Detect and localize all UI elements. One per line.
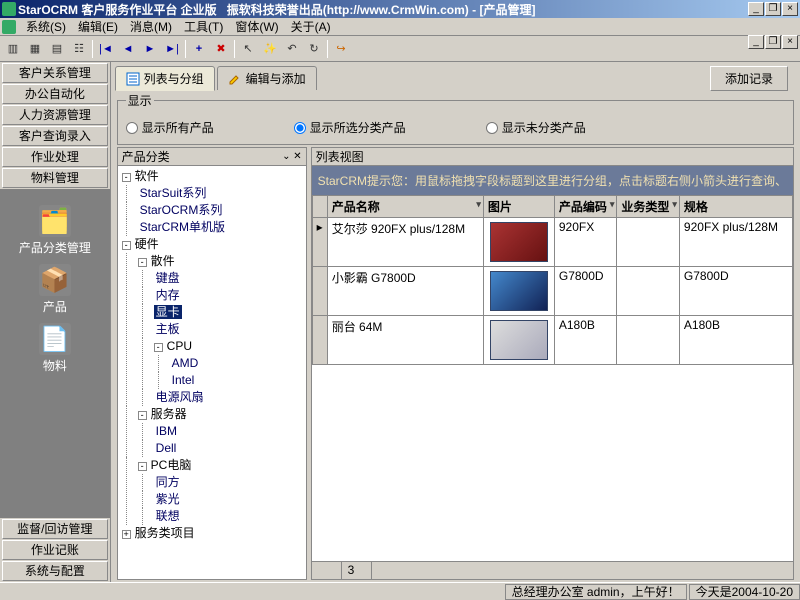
- tb-form-icon[interactable]: ▤: [48, 40, 66, 58]
- col-biz[interactable]: 业务类型▾: [617, 196, 680, 218]
- tb-delete-icon[interactable]: ✖: [212, 40, 230, 58]
- filter-selected[interactable]: 显示所选分类产品: [294, 119, 406, 136]
- tab-edit[interactable]: 编辑与添加: [217, 66, 317, 90]
- menu-edit[interactable]: 编辑(E): [72, 17, 124, 36]
- maximize-button[interactable]: ❐: [765, 2, 781, 16]
- filter-legend: 显示: [126, 92, 154, 109]
- status-date: 今天是2004-10-20: [689, 584, 800, 600]
- grid-panel: 列表视图 StarCRM提示您：用鼠标拖拽字段标题到这里进行分组，点击标题右侧小…: [311, 147, 794, 580]
- tb-first-icon[interactable]: |◄: [97, 40, 115, 58]
- sidebar-bottom-btn-0[interactable]: 监督/回访管理: [2, 519, 108, 539]
- toolbar: ▥ ▦ ▤ ☷ |◄ ◄ ► ►| + ✖ ↖ ✨ ↶ ↻ ↪: [0, 36, 800, 62]
- sidebar: 客户关系管理办公自动化人力资源管理客户查询录入作业处理物料管理 🗂️产品分类管理…: [0, 62, 111, 582]
- minimize-button[interactable]: _: [748, 2, 764, 16]
- titlebar: StarOCRM 客户服务作业平台 企业版 振软科技荣誉出品(http://ww…: [0, 0, 800, 18]
- tb-add-icon[interactable]: +: [190, 40, 208, 58]
- col-img[interactable]: 图片: [483, 196, 554, 218]
- tree-node-selected: 显卡: [154, 305, 182, 319]
- tb-cursor-icon[interactable]: ↖: [239, 40, 257, 58]
- sidebar-bottom-btn-1[interactable]: 作业记账: [2, 540, 108, 560]
- menu-tools[interactable]: 工具(T): [178, 17, 229, 36]
- menu-about[interactable]: 关于(A): [285, 17, 337, 36]
- list-icon: [126, 72, 140, 86]
- status-office: 总经理办公室 admin，上午好！: [505, 584, 687, 600]
- sidebar-btn-0[interactable]: 客户关系管理: [2, 63, 108, 83]
- tree-panel: 产品分类 ⌄ ✕ -软件 StarSuit系列 StarOCRM系列 StarC…: [117, 147, 307, 580]
- col-name[interactable]: 产品名称▾: [327, 196, 483, 218]
- grid-hint: StarCRM提示您：用鼠标拖拽字段标题到这里进行分组，点击标题右侧小箭头进行查…: [312, 166, 793, 195]
- menu-system[interactable]: 系统(S): [20, 17, 72, 36]
- grid-count: 3: [342, 562, 372, 579]
- sidebar-btn-1[interactable]: 办公自动化: [2, 84, 108, 104]
- tabstrip: 列表与分组 编辑与添加 添加记录: [111, 62, 800, 90]
- sidebar-btn-2[interactable]: 人力资源管理: [2, 105, 108, 125]
- sidebar-icon-0[interactable]: 🗂️产品分类管理: [19, 199, 91, 256]
- tb-exit-icon[interactable]: ↪: [332, 40, 350, 58]
- col-code[interactable]: 产品编码▾: [554, 196, 617, 218]
- product-image: [490, 271, 548, 311]
- filter-all[interactable]: 显示所有产品: [126, 119, 214, 136]
- tb-prev-icon[interactable]: ◄: [119, 40, 137, 58]
- tb-open-icon[interactable]: ▦: [26, 40, 44, 58]
- mdi-restore-button[interactable]: ❐: [765, 35, 781, 49]
- chevron-icon[interactable]: ⌄ ✕: [282, 151, 302, 162]
- sidebar-icon-1[interactable]: 📦产品: [39, 258, 71, 315]
- menubar: 系统(S) 编辑(E) 消息(M) 工具(T) 窗体(W) 关于(A): [0, 18, 800, 36]
- sidebar-btn-3[interactable]: 客户查询录入: [2, 126, 108, 146]
- sidebar-bottom-btn-2[interactable]: 系统与配置: [2, 561, 108, 581]
- grid-footer: 3: [312, 561, 793, 579]
- menu-icon: [2, 20, 16, 34]
- tb-grid-icon[interactable]: ☷: [70, 40, 88, 58]
- mdi-close-button[interactable]: ×: [782, 35, 798, 49]
- statusbar: 总经理办公室 admin，上午好！ 今天是2004-10-20: [0, 582, 800, 600]
- filter-panel: 显示 显示所有产品 显示所选分类产品 显示未分类产品: [117, 92, 794, 145]
- table-row[interactable]: 小影霸 G7800DG7800DG7800D: [312, 267, 792, 316]
- tab-list[interactable]: 列表与分组: [115, 66, 215, 91]
- mdi-minimize-button[interactable]: _: [748, 35, 764, 49]
- sidebar-icon-2[interactable]: 📄物料: [39, 317, 71, 374]
- title-text: StarOCRM 客户服务作业平台 企业版 振软科技荣誉出品(http://ww…: [18, 1, 748, 18]
- table-row[interactable]: 丽台 64MA180BA180B: [312, 316, 792, 365]
- menu-message[interactable]: 消息(M): [124, 17, 178, 36]
- sidebar-icons: 🗂️产品分类管理📦产品📄物料: [0, 189, 110, 518]
- sidebar-btn-4[interactable]: 作业处理: [2, 147, 108, 167]
- sidebar-btn-5[interactable]: 物料管理: [2, 168, 108, 188]
- grid[interactable]: 产品名称▾ 图片 产品编码▾ 业务类型▾ 规格 ▸艾尔莎 920FX plus/…: [312, 195, 793, 561]
- app-icon: [2, 2, 16, 16]
- tree-header: 产品分类 ⌄ ✕: [118, 148, 306, 166]
- edit-icon: [228, 72, 242, 86]
- tb-wand-icon[interactable]: ✨: [261, 40, 279, 58]
- menu-window[interactable]: 窗体(W): [229, 17, 284, 36]
- close-button[interactable]: ×: [782, 2, 798, 16]
- tb-last-icon[interactable]: ►|: [163, 40, 181, 58]
- table-row[interactable]: ▸艾尔莎 920FX plus/128M920FX920FX plus/128M: [312, 218, 792, 267]
- grid-header: 列表视图: [312, 148, 793, 166]
- tb-undo-icon[interactable]: ↶: [283, 40, 301, 58]
- add-record-button[interactable]: 添加记录: [710, 66, 788, 91]
- tb-new-icon[interactable]: ▥: [4, 40, 22, 58]
- tree[interactable]: -软件 StarSuit系列 StarOCRM系列 StarCRM单机版 -硬件…: [118, 166, 306, 579]
- product-image: [490, 222, 548, 262]
- tb-next-icon[interactable]: ►: [141, 40, 159, 58]
- tb-refresh-icon[interactable]: ↻: [305, 40, 323, 58]
- product-image: [490, 320, 548, 360]
- filter-unclassified[interactable]: 显示未分类产品: [486, 119, 586, 136]
- col-spec[interactable]: 规格: [679, 196, 792, 218]
